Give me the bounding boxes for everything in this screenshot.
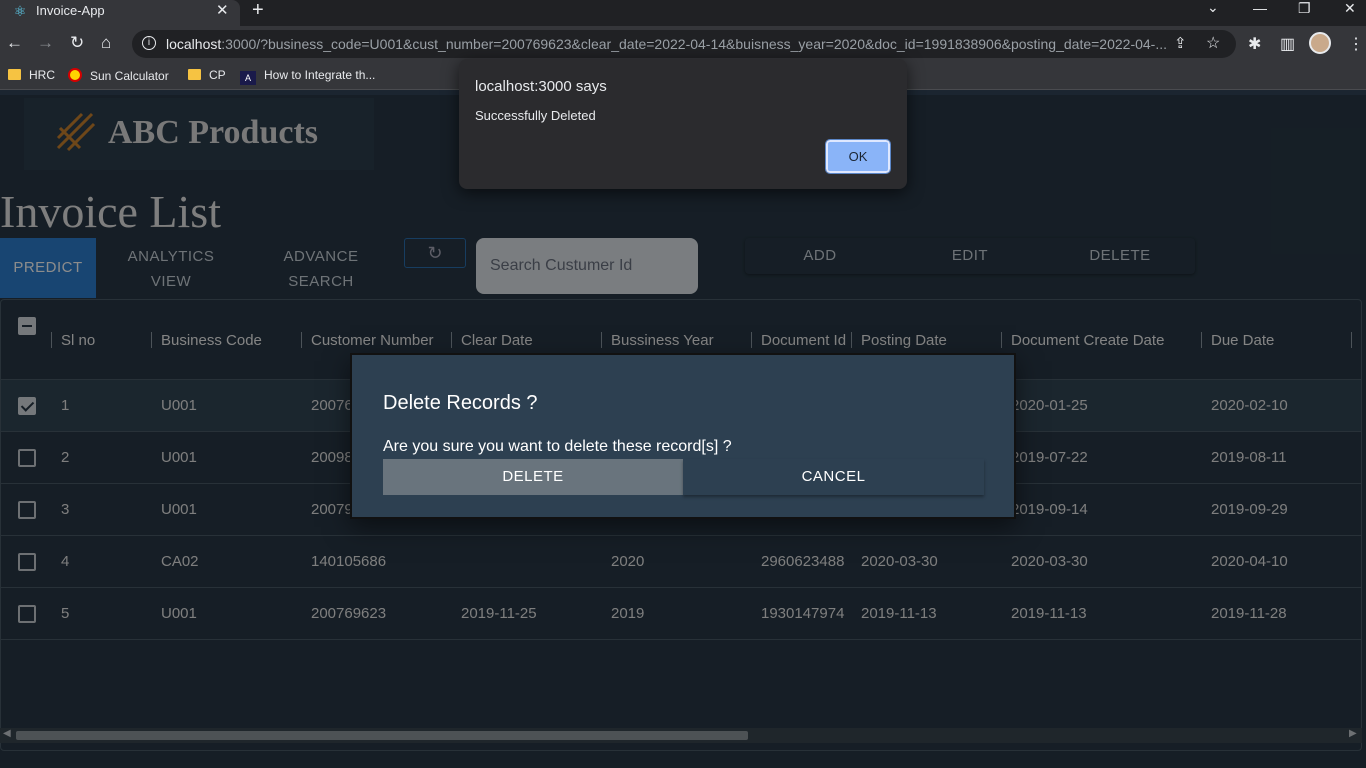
window-close-icon[interactable]: ✕ xyxy=(1344,0,1356,17)
browser-tab[interactable]: ⚛ Invoice-App ✕ xyxy=(0,0,240,26)
folder-icon xyxy=(188,69,201,80)
url-text: localhost:3000/?business_code=U001&cust_… xyxy=(166,36,1168,52)
home-icon[interactable]: ⌂ xyxy=(101,33,111,53)
forward-icon[interactable]: → xyxy=(37,33,54,53)
side-panel-icon[interactable]: ▥ xyxy=(1280,34,1295,54)
back-icon[interactable]: ← xyxy=(6,33,23,53)
restore-icon[interactable]: ❐ xyxy=(1298,0,1311,17)
bookmark-sun-calculator[interactable]: Sun Calculator xyxy=(68,68,169,83)
bookmark-star-icon[interactable]: ☆ xyxy=(1206,33,1220,53)
confirm-delete-button[interactable]: DELETE xyxy=(383,459,683,495)
browser-tab-strip: ⚛ Invoice-App ✕ + ⌄ — ❐ ✕ xyxy=(0,0,1366,26)
browser-toolbar: ← → ↻ ⌂ i localhost:3000/?business_code=… xyxy=(0,26,1366,62)
bookmark-integrate[interactable]: A How to Integrate th... xyxy=(240,68,375,85)
tab-title: Invoice-App xyxy=(36,3,105,18)
a-icon: A xyxy=(240,71,256,85)
bookmark-hrc[interactable]: HRC xyxy=(8,68,55,82)
tab-close-icon[interactable]: ✕ xyxy=(216,1,229,19)
sun-icon xyxy=(68,68,82,82)
browser-alert-dialog: localhost:3000 says Successfully Deleted… xyxy=(459,59,907,189)
dialog-message: Are you sure you want to delete these re… xyxy=(383,438,732,455)
reload-icon[interactable]: ↻ xyxy=(70,33,84,53)
react-favicon-icon: ⚛ xyxy=(13,3,27,19)
new-tab-icon[interactable]: + xyxy=(252,0,264,22)
browser-menu-icon[interactable]: ⋮ xyxy=(1348,34,1364,54)
cancel-button[interactable]: CANCEL xyxy=(683,459,984,495)
address-bar[interactable]: i localhost:3000/?business_code=U001&cus… xyxy=(132,30,1236,58)
alert-title: localhost:3000 says xyxy=(475,78,607,95)
extensions-icon[interactable]: ✱ xyxy=(1248,34,1261,54)
tab-search-chevron-icon[interactable]: ⌄ xyxy=(1207,0,1219,16)
folder-icon xyxy=(8,69,21,80)
share-icon[interactable]: ⇪ xyxy=(1174,34,1187,52)
bookmark-cp[interactable]: CP xyxy=(188,68,226,82)
minimize-icon[interactable]: — xyxy=(1253,0,1267,16)
site-info-icon[interactable]: i xyxy=(142,36,156,50)
alert-ok-button[interactable]: OK xyxy=(825,139,891,174)
profile-avatar[interactable] xyxy=(1309,32,1331,54)
alert-message: Successfully Deleted xyxy=(475,108,596,123)
dialog-title: Delete Records ? xyxy=(383,392,538,414)
delete-confirm-dialog: Delete Records ? Are you sure you want t… xyxy=(350,353,1016,519)
